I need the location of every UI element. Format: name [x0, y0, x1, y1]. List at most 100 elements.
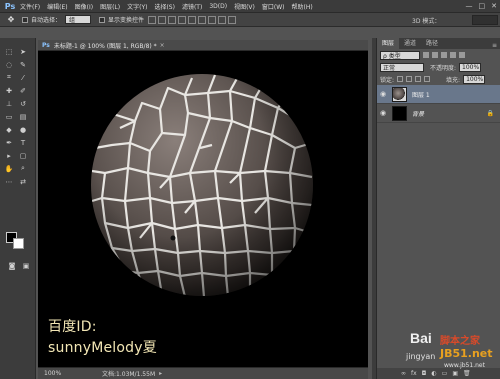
- show-transform-checkbox[interactable]: [99, 16, 106, 23]
- healing-brush-tool-icon[interactable]: ✚: [3, 85, 15, 96]
- shape-tool-icon[interactable]: ▢: [17, 150, 29, 161]
- maximize-button[interactable]: □: [479, 2, 486, 10]
- lock-all-icon[interactable]: [424, 76, 431, 82]
- move-tool-icon[interactable]: ➤: [17, 46, 29, 57]
- type-tool-icon[interactable]: T: [17, 137, 29, 148]
- tab-layers[interactable]: 图层: [377, 37, 400, 49]
- eyedropper-tool-icon[interactable]: ⁄: [17, 72, 29, 83]
- menu-type[interactable]: 文字(Y): [127, 2, 147, 11]
- align-left-icon[interactable]: [178, 15, 187, 24]
- smart-object-filter-icon[interactable]: [459, 52, 465, 58]
- quick-mask-icon[interactable]: ◙: [6, 260, 18, 271]
- distribute-top-icon[interactable]: [208, 15, 217, 24]
- lock-row: 锁定: 填充: 100%: [377, 73, 500, 85]
- pen-tool-icon[interactable]: ✒: [3, 137, 15, 148]
- lock-transparent-icon[interactable]: [397, 76, 404, 82]
- background-color-swatch[interactable]: [13, 238, 24, 249]
- dodge-tool-icon[interactable]: ●: [17, 124, 29, 135]
- hand-tool-icon[interactable]: ✋: [3, 163, 15, 174]
- overlay-username: sunnyMelody夏: [48, 340, 157, 356]
- panel-tabs: 图层 通道 路径 ≡: [377, 37, 500, 49]
- options-bar: ✥ 自动选择： 组 显示变换控件 3D 模式：: [0, 13, 500, 27]
- lasso-tool-icon[interactable]: ◌: [3, 59, 15, 70]
- lock-image-icon[interactable]: [406, 76, 413, 82]
- auto-select-checkbox[interactable]: [22, 16, 28, 23]
- layer-row-layer1[interactable]: ◉ 图层 1: [377, 85, 500, 104]
- auto-select-dropdown[interactable]: 组: [65, 15, 92, 24]
- visibility-eye-icon[interactable]: ◉: [377, 109, 389, 117]
- brush-tool-icon[interactable]: ✐: [17, 85, 29, 96]
- blur-tool-icon[interactable]: ◆: [3, 124, 15, 135]
- distribute-bottom-icon[interactable]: [228, 15, 237, 24]
- history-brush-tool-icon[interactable]: ↺: [17, 98, 29, 109]
- photoshop-logo: Ps: [4, 1, 16, 11]
- quick-select-tool-icon[interactable]: ✎: [17, 59, 29, 70]
- layer-kind-filter[interactable]: ρ 类型: [380, 50, 420, 60]
- tab-channels[interactable]: 通道: [399, 37, 421, 49]
- menu-select[interactable]: 选择(S): [154, 2, 175, 11]
- distribute-middle-icon[interactable]: [218, 15, 227, 24]
- document-close-icon[interactable]: ×: [160, 42, 165, 49]
- zoom-level[interactable]: 100%: [44, 370, 84, 377]
- marquee-tool-icon[interactable]: ⬚: [3, 46, 15, 57]
- align-top-icon[interactable]: [148, 15, 157, 24]
- edit-toolbar-icon[interactable]: ⋯: [3, 176, 15, 187]
- workspace-switcher[interactable]: [472, 15, 498, 25]
- type-filter-icon[interactable]: [441, 52, 447, 58]
- site-watermark: Bai 脚本之家 jingyan JB51.net www.jb51.net: [406, 330, 500, 379]
- layer-name: 背景: [412, 110, 425, 118]
- blend-mode-dropdown[interactable]: 正常: [380, 62, 424, 72]
- status-menu-arrow-icon[interactable]: ▸: [159, 370, 162, 377]
- baidu-logo-text: Bai: [410, 330, 432, 346]
- shape-filter-icon[interactable]: [450, 52, 456, 58]
- opacity-field[interactable]: 100%: [459, 62, 482, 72]
- overlay-id-label: 百度ID:: [48, 319, 97, 335]
- screen-mode-icon[interactable]: ▣: [20, 260, 32, 271]
- document-ps-icon: Ps: [42, 41, 50, 49]
- align-center-icon[interactable]: [188, 15, 197, 24]
- visibility-eye-icon[interactable]: ◉: [377, 90, 389, 98]
- pixel-filter-icon[interactable]: [423, 52, 429, 58]
- align-middle-icon[interactable]: [158, 15, 167, 24]
- align-right-icon[interactable]: [198, 15, 207, 24]
- panel-menu-icon[interactable]: ≡: [492, 42, 497, 49]
- menu-file[interactable]: 文件(F): [20, 2, 40, 11]
- layer-row-background[interactable]: ◉ 背景 🔒: [377, 104, 500, 123]
- layer-thumbnail: [392, 86, 407, 102]
- show-transform-label: 显示变换控件: [108, 17, 145, 24]
- clone-stamp-tool-icon[interactable]: ⊥: [3, 98, 15, 109]
- tab-paths[interactable]: 路径: [421, 37, 443, 49]
- lock-position-icon[interactable]: [415, 76, 422, 82]
- menu-window[interactable]: 窗口(W): [262, 2, 285, 11]
- adjustment-filter-icon[interactable]: [432, 52, 438, 58]
- document-tab[interactable]: Ps 未标题-1 @ 100% (图层 1, RGB/8) * ×: [38, 40, 368, 51]
- layer-thumbnail: [392, 105, 407, 121]
- jingyan-text: jingyan: [406, 352, 436, 361]
- opacity-label: 不透明度:: [430, 64, 457, 72]
- menu-help[interactable]: 帮助(H): [292, 2, 313, 11]
- crop-tool-icon[interactable]: ⌗: [3, 72, 15, 83]
- menu-image[interactable]: 图像(I): [75, 2, 93, 11]
- menu-3d[interactable]: 3D(D): [209, 3, 227, 10]
- close-button[interactable]: ✕: [491, 2, 497, 10]
- canvas[interactable]: 百度ID: sunnyMelody夏: [38, 51, 368, 367]
- layer-name: 图层 1: [412, 91, 430, 99]
- tools-panel: ⬚ ➤ ◌ ✎ ⌗ ⁄ ✚ ✐ ⊥ ↺ ▭ ▤ ◆ ● ✒ T ▸ ▢ ✋ ⌕ …: [0, 38, 36, 379]
- move-tool-icon[interactable]: ✥: [0, 13, 22, 27]
- link-layers-icon[interactable]: ∞: [401, 370, 406, 377]
- zoom-tool-icon[interactable]: ⌕: [17, 163, 29, 174]
- layers-panel: 图层 通道 路径 ≡ ρ 类型 正常 不透明度: 100% 锁定: 填充: 10…: [376, 37, 500, 379]
- menu-edit[interactable]: 编辑(E): [47, 2, 67, 11]
- lock-label: 锁定:: [380, 76, 395, 84]
- menu-layer[interactable]: 图层(L): [100, 2, 120, 11]
- menu-filter[interactable]: 滤镜(T): [182, 2, 202, 11]
- menu-view[interactable]: 视图(V): [234, 2, 255, 11]
- swap-colors-icon[interactable]: ⇄: [17, 176, 29, 187]
- jb51-net-text: JB51.net: [440, 347, 493, 360]
- gradient-tool-icon[interactable]: ▤: [17, 111, 29, 122]
- align-bottom-icon[interactable]: [168, 15, 177, 24]
- path-select-tool-icon[interactable]: ▸: [3, 150, 15, 161]
- minimize-button[interactable]: —: [466, 2, 473, 10]
- fill-field[interactable]: 100%: [463, 74, 486, 84]
- eraser-tool-icon[interactable]: ▭: [3, 111, 15, 122]
